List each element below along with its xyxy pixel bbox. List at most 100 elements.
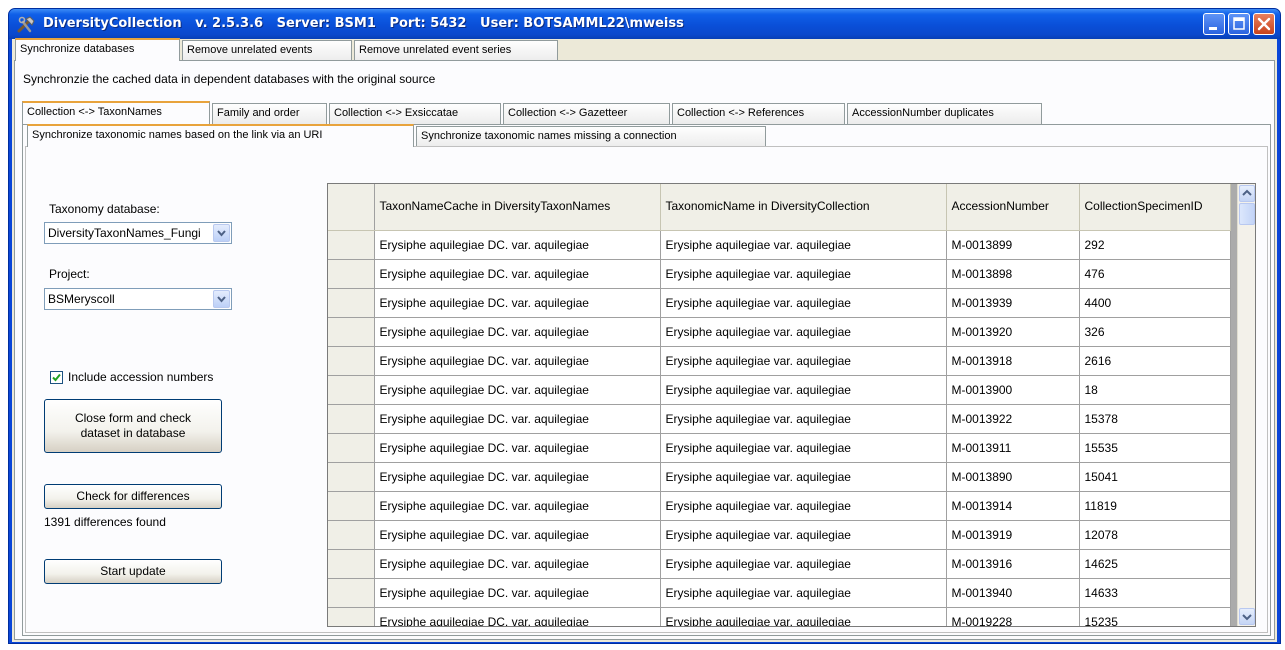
row-header[interactable] bbox=[328, 288, 375, 318]
cell-collectionspecimenid[interactable]: 326 bbox=[1079, 317, 1231, 347]
tab-synchronize-databases[interactable]: Synchronize databases bbox=[15, 38, 180, 61]
cell-accessionnumber[interactable]: M-0019228 bbox=[946, 607, 1080, 626]
cell-taxonnamecache[interactable]: Erysiphe aquilegiae DC. var. aquilegiae bbox=[374, 317, 661, 347]
cell-accessionnumber[interactable]: M-0013900 bbox=[946, 375, 1080, 405]
row-header[interactable] bbox=[328, 375, 375, 405]
check-differences-button[interactable]: Check for differences bbox=[44, 484, 222, 509]
cell-taxonomicname[interactable]: Erysiphe aquilegiae var. aquilegiae bbox=[660, 462, 947, 492]
close-form-button[interactable]: Close form and check dataset in database bbox=[44, 399, 222, 453]
table-row[interactable]: Erysiphe aquilegiae DC. var. aquilegiae E… bbox=[328, 520, 1231, 550]
cell-accessionnumber[interactable]: M-0013918 bbox=[946, 346, 1080, 376]
row-header[interactable] bbox=[328, 317, 375, 347]
taxonomy-database-select[interactable]: DiversityTaxonNames_Fungi bbox=[44, 222, 232, 244]
cell-accessionnumber[interactable]: M-0013919 bbox=[946, 520, 1080, 550]
cell-taxonnamecache[interactable]: Erysiphe aquilegiae DC. var. aquilegiae bbox=[374, 549, 661, 579]
tab-collection-references[interactable]: Collection <-> References bbox=[672, 103, 845, 124]
cell-taxonnamecache[interactable]: Erysiphe aquilegiae DC. var. aquilegiae bbox=[374, 346, 661, 376]
cell-accessionnumber[interactable]: M-0013940 bbox=[946, 578, 1080, 608]
title-bar[interactable]: DiversityCollection v. 2.5.3.6 Server: B… bbox=[9, 9, 1280, 39]
tab-remove-unrelated-event-series[interactable]: Remove unrelated event series bbox=[354, 40, 558, 61]
vertical-scrollbar[interactable] bbox=[1237, 184, 1255, 626]
cell-taxonomicname[interactable]: Erysiphe aquilegiae var. aquilegiae bbox=[660, 346, 947, 376]
scroll-down-button[interactable] bbox=[1239, 608, 1255, 625]
cell-accessionnumber[interactable]: M-0013916 bbox=[946, 549, 1080, 579]
project-select[interactable]: BSMeryscoll bbox=[44, 288, 232, 310]
cell-collectionspecimenid[interactable]: 14625 bbox=[1079, 549, 1231, 579]
row-header[interactable] bbox=[328, 230, 375, 260]
scroll-thumb[interactable] bbox=[1239, 203, 1255, 225]
table-row[interactable]: Erysiphe aquilegiae DC. var. aquilegiae E… bbox=[328, 462, 1231, 492]
table-row[interactable]: Erysiphe aquilegiae DC. var. aquilegiae E… bbox=[328, 288, 1231, 318]
cell-taxonomicname[interactable]: Erysiphe aquilegiae var. aquilegiae bbox=[660, 433, 947, 463]
differences-grid[interactable]: TaxonNameCache in DiversityTaxonNames Ta… bbox=[327, 183, 1256, 627]
row-header[interactable] bbox=[328, 462, 375, 492]
cell-accessionnumber[interactable]: M-0013890 bbox=[946, 462, 1080, 492]
table-row[interactable]: Erysiphe aquilegiae DC. var. aquilegiae E… bbox=[328, 259, 1231, 289]
cell-accessionnumber[interactable]: M-0013898 bbox=[946, 259, 1080, 289]
maximize-button[interactable] bbox=[1228, 13, 1250, 35]
column-header-accessionnumber[interactable]: AccessionNumber bbox=[946, 184, 1080, 231]
start-update-button[interactable]: Start update bbox=[44, 559, 222, 584]
table-row[interactable]: Erysiphe aquilegiae DC. var. aquilegiae E… bbox=[328, 346, 1231, 376]
close-button[interactable] bbox=[1253, 13, 1275, 35]
row-header[interactable] bbox=[328, 433, 375, 463]
cell-collectionspecimenid[interactable]: 292 bbox=[1079, 230, 1231, 260]
cell-taxonnamecache[interactable]: Erysiphe aquilegiae DC. var. aquilegiae bbox=[374, 375, 661, 405]
cell-collectionspecimenid[interactable]: 15378 bbox=[1079, 404, 1231, 434]
tab-remove-unrelated-events[interactable]: Remove unrelated events bbox=[182, 40, 352, 61]
chevron-down-icon[interactable] bbox=[213, 224, 230, 242]
cell-taxonnamecache[interactable]: Erysiphe aquilegiae DC. var. aquilegiae bbox=[374, 607, 661, 626]
cell-taxonnamecache[interactable]: Erysiphe aquilegiae DC. var. aquilegiae bbox=[374, 578, 661, 608]
cell-collectionspecimenid[interactable]: 12078 bbox=[1079, 520, 1231, 550]
include-accession-checkbox[interactable] bbox=[50, 371, 63, 384]
cell-taxonomicname[interactable]: Erysiphe aquilegiae var. aquilegiae bbox=[660, 375, 947, 405]
scroll-up-button[interactable] bbox=[1239, 185, 1255, 202]
cell-accessionnumber[interactable]: M-0013914 bbox=[946, 491, 1080, 521]
cell-accessionnumber[interactable]: M-0013920 bbox=[946, 317, 1080, 347]
row-header[interactable] bbox=[328, 404, 375, 434]
cell-taxonnamecache[interactable]: Erysiphe aquilegiae DC. var. aquilegiae bbox=[374, 404, 661, 434]
cell-taxonnamecache[interactable]: Erysiphe aquilegiae DC. var. aquilegiae bbox=[374, 462, 661, 492]
cell-collectionspecimenid[interactable]: 4400 bbox=[1079, 288, 1231, 318]
cell-taxonomicname[interactable]: Erysiphe aquilegiae var. aquilegiae bbox=[660, 288, 947, 318]
table-row[interactable]: Erysiphe aquilegiae DC. var. aquilegiae E… bbox=[328, 607, 1231, 626]
column-header-taxonomicname[interactable]: TaxonomicName in DiversityCollection bbox=[660, 184, 947, 231]
tab-sync-missing-connection[interactable]: Synchronize taxonomic names missing a co… bbox=[416, 126, 766, 147]
cell-accessionnumber[interactable]: M-0013939 bbox=[946, 288, 1080, 318]
row-header[interactable] bbox=[328, 259, 375, 289]
cell-collectionspecimenid[interactable]: 11819 bbox=[1079, 491, 1231, 521]
table-row[interactable]: Erysiphe aquilegiae DC. var. aquilegiae E… bbox=[328, 375, 1231, 405]
cell-collectionspecimenid[interactable]: 14633 bbox=[1079, 578, 1231, 608]
tab-accessionnumber-duplicates[interactable]: AccessionNumber duplicates bbox=[847, 103, 1042, 124]
cell-collectionspecimenid[interactable]: 18 bbox=[1079, 375, 1231, 405]
cell-taxonomicname[interactable]: Erysiphe aquilegiae var. aquilegiae bbox=[660, 230, 947, 260]
tab-collection-exsiccatae[interactable]: Collection <-> Exsiccatae bbox=[329, 103, 501, 124]
row-header[interactable] bbox=[328, 549, 375, 579]
cell-taxonomicname[interactable]: Erysiphe aquilegiae var. aquilegiae bbox=[660, 404, 947, 434]
cell-taxonomicname[interactable]: Erysiphe aquilegiae var. aquilegiae bbox=[660, 491, 947, 521]
column-header-taxonnamecache[interactable]: TaxonNameCache in DiversityTaxonNames bbox=[374, 184, 661, 231]
column-header-collectionspecimenid[interactable]: CollectionSpecimenID bbox=[1079, 184, 1231, 231]
table-row[interactable]: Erysiphe aquilegiae DC. var. aquilegiae E… bbox=[328, 549, 1231, 579]
cell-accessionnumber[interactable]: M-0013899 bbox=[946, 230, 1080, 260]
tab-family-and-order[interactable]: Family and order bbox=[212, 103, 327, 124]
cell-taxonnamecache[interactable]: Erysiphe aquilegiae DC. var. aquilegiae bbox=[374, 520, 661, 550]
cell-accessionnumber[interactable]: M-0013922 bbox=[946, 404, 1080, 434]
row-header[interactable] bbox=[328, 578, 375, 608]
table-row[interactable]: Erysiphe aquilegiae DC. var. aquilegiae E… bbox=[328, 317, 1231, 347]
tab-collection-gazetteer[interactable]: Collection <-> Gazetteer bbox=[503, 103, 670, 124]
cell-taxonnamecache[interactable]: Erysiphe aquilegiae DC. var. aquilegiae bbox=[374, 433, 661, 463]
cell-taxonomicname[interactable]: Erysiphe aquilegiae var. aquilegiae bbox=[660, 317, 947, 347]
cell-taxonnamecache[interactable]: Erysiphe aquilegiae DC. var. aquilegiae bbox=[374, 288, 661, 318]
table-row[interactable]: Erysiphe aquilegiae DC. var. aquilegiae E… bbox=[328, 433, 1231, 463]
tab-sync-via-uri[interactable]: Synchronize taxonomic names based on the… bbox=[27, 124, 414, 147]
row-header-corner[interactable] bbox=[328, 184, 375, 231]
row-header[interactable] bbox=[328, 491, 375, 521]
cell-taxonnamecache[interactable]: Erysiphe aquilegiae DC. var. aquilegiae bbox=[374, 491, 661, 521]
cell-accessionnumber[interactable]: M-0013911 bbox=[946, 433, 1080, 463]
cell-collectionspecimenid[interactable]: 15235 bbox=[1079, 607, 1231, 626]
cell-taxonnamecache[interactable]: Erysiphe aquilegiae DC. var. aquilegiae bbox=[374, 259, 661, 289]
table-row[interactable]: Erysiphe aquilegiae DC. var. aquilegiae E… bbox=[328, 491, 1231, 521]
tab-collection-taxonnames[interactable]: Collection <-> TaxonNames bbox=[22, 101, 210, 124]
cell-taxonomicname[interactable]: Erysiphe aquilegiae var. aquilegiae bbox=[660, 578, 947, 608]
